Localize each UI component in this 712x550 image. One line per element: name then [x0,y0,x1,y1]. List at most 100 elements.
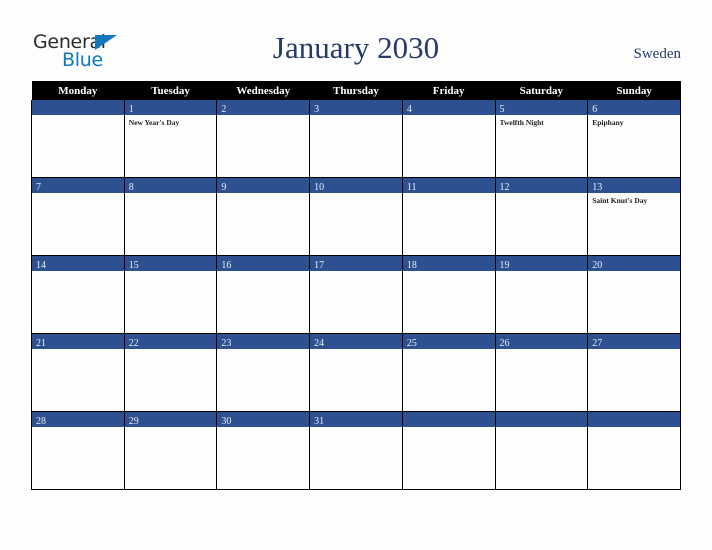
calendar-day-cell[interactable]: 14 [31,255,125,334]
calendar-day-cell[interactable]: 13 Saint Knut's Day [587,177,681,256]
day-events [403,271,495,274]
day-number: 14 [36,260,46,271]
day-cell-inner: 28 [32,412,124,489]
calendar-day-cell[interactable]: 7 [31,177,125,256]
day-number-bar: 24 [310,334,402,349]
day-number-bar: 28 [32,412,124,427]
calendar-day-cell[interactable]: 15 [123,255,218,334]
calendar-day-cell[interactable]: 4 [401,100,496,178]
day-events [588,349,680,352]
day-cell-inner: 24 [310,334,402,411]
calendar-week-row: 14 15 16 17 18 19 20 [31,255,681,334]
day-cell-inner [32,100,124,177]
calendar-day-cell[interactable]: 10 [309,177,403,256]
day-events [32,115,124,118]
weekday-header-saturday: Saturday [495,81,588,100]
calendar-day-cell[interactable]: 23 [216,333,311,412]
day-number-bar: 12 [495,178,588,193]
day-events: Saint Knut's Day [588,193,680,206]
calendar-day-cell[interactable]: 2 [216,100,311,178]
page-title: January 2030 [272,30,440,65]
calendar-day-cell[interactable]: 22 [123,333,218,412]
day-number: 4 [406,104,412,115]
day-number-bar: 15 [124,256,217,271]
day-number: 11 [406,182,417,193]
day-cell-inner: 4 [402,100,495,177]
day-cell-inner: 25 [402,334,495,411]
day-number: 1 [128,104,134,115]
day-cell-inner: 20 [588,256,680,333]
calendar-day-cell[interactable]: 8 [123,177,218,256]
day-events [403,193,495,196]
calendar-day-cell[interactable]: 6 Epiphany [587,100,681,178]
calendar-page: General Blue January 2030 Sweden Monday T… [0,0,712,550]
day-number-bar: 4 [402,100,495,115]
calendar-day-cell[interactable]: 5 Twelfth Night [494,100,589,178]
day-number: 23 [221,338,232,349]
day-number-bar: 16 [217,256,310,271]
calendar-day-cell[interactable]: 19 [494,255,589,334]
calendar-week-row: 7 8 9 10 11 12 13 Saint Knut's Day [31,177,681,256]
calendar-day-cell[interactable]: 20 [587,255,681,334]
day-cell-inner: 9 [217,178,310,255]
calendar-day-cell[interactable]: 11 [401,177,496,256]
calendar-day-cell[interactable]: 24 [309,333,403,412]
day-number: 13 [592,182,603,193]
day-cell-inner [402,412,495,489]
day-number: 30 [221,416,232,427]
day-number: 2 [221,104,227,115]
calendar-day-cell[interactable]: 9 [216,177,311,256]
day-number-bar [588,412,680,427]
calendar-day-cell[interactable]: 18 [401,255,496,334]
day-number-bar: 6 [588,100,680,115]
calendar-day-cell[interactable]: 21 [31,333,125,412]
day-number: 19 [499,260,510,271]
day-cell-inner: 8 [124,178,217,255]
day-number-bar [495,412,588,427]
day-cell-inner: 7 [32,178,124,255]
day-events [125,349,217,352]
day-number-bar: 25 [402,334,495,349]
day-events [496,271,588,274]
day-number-bar: 13 [588,178,680,193]
day-cell-inner: 10 [310,178,402,255]
day-events: Epiphany [588,115,680,128]
day-number-bar [32,100,124,115]
day-events [125,427,217,430]
calendar-day-cell[interactable]: 3 [309,100,403,178]
calendar-day-cell[interactable]: 12 [494,177,589,256]
calendar-day-cell[interactable]: 31 [309,411,403,490]
calendar-day-cell[interactable]: 29 [123,411,218,490]
day-cell-inner: 12 [495,178,588,255]
day-number: 29 [128,416,139,427]
day-events [403,115,495,118]
calendar-day-cell[interactable]: 17 [309,255,403,334]
day-number-bar: 20 [588,256,680,271]
holiday-event: New Year's Day [128,118,180,127]
day-events [32,271,124,274]
day-events [310,349,402,352]
day-number: 24 [314,338,325,349]
day-events [403,349,495,352]
calendar-day-cell[interactable]: 25 [401,333,496,412]
calendar-day-cell[interactable]: 16 [216,255,311,334]
calendar-day-cell[interactable]: 1 New Year's Day [123,100,218,178]
calendar-day-cell[interactable]: 28 [31,411,125,490]
day-number: 27 [592,338,603,349]
day-events [310,115,402,118]
day-cell-inner [588,412,680,489]
day-number-bar: 30 [217,412,310,427]
day-number: 21 [36,338,46,349]
day-number-bar: 1 [124,100,217,115]
day-cell-inner: 1 New Year's Day [124,100,217,177]
day-number: 17 [314,260,325,271]
calendar-day-cell[interactable]: 27 [587,333,681,412]
day-cell-inner: 27 [588,334,680,411]
day-number: 8 [128,182,134,193]
calendar-day-cell[interactable]: 30 [216,411,311,490]
day-events [32,349,124,352]
calendar-day-cell[interactable]: 26 [494,333,589,412]
day-cell-inner: 14 [32,256,124,333]
day-number-bar: 14 [32,256,124,271]
day-cell-inner: 30 [217,412,310,489]
